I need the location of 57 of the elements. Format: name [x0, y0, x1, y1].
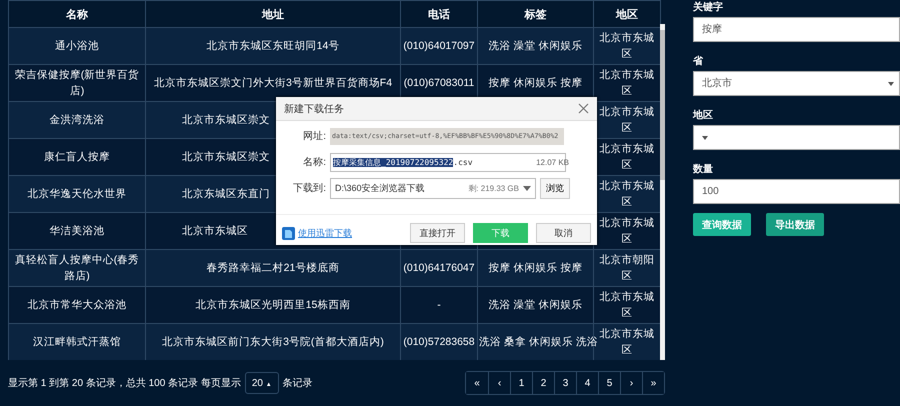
- table-cell: (010)64017097: [400, 28, 478, 64]
- table-cell: 北京市东城区崇文门外大街3号新世界百货商场F4: [146, 64, 400, 102]
- field-label: 数量: [693, 163, 714, 176]
- table-cell: (010)57283658: [400, 324, 478, 360]
- table-cell: 荣吉保健按摩(新世界百货店): [8, 64, 146, 102]
- file-size: 12.07 KB: [536, 158, 569, 166]
- select-field[interactable]: [693, 125, 900, 150]
- table-cell: 金洪湾洗浴: [8, 102, 146, 138]
- table-cell: 春秀路幸福二村21号楼底商: [146, 250, 400, 286]
- column-header: 地区: [594, 0, 660, 28]
- field-label: 下载到:: [292, 182, 326, 195]
- table-cell: 洗浴 澡堂 休闲娱乐: [478, 28, 594, 64]
- scrollbar[interactable]: [660, 24, 665, 360]
- field-label: 关键字: [693, 1, 724, 14]
- page-button[interactable]: »: [642, 372, 664, 394]
- dialog-button[interactable]: 取消: [536, 223, 591, 243]
- record-summary: 显示第 1 到第 20 条记录，总共 100 条记录 每页显示: [8, 376, 241, 390]
- dialog-title: 新建下载任务: [284, 102, 344, 116]
- field-label: 地区: [693, 109, 714, 122]
- input-field[interactable]: 按摩: [693, 17, 900, 42]
- record-suffix: 条记录: [282, 377, 313, 390]
- column-header: 标签: [478, 0, 594, 28]
- table-cell: 北京华逸天伦水世界: [8, 176, 146, 212]
- table-cell: (010)64176047: [400, 250, 478, 286]
- table-cell: 北京市东城区东旺胡同14号: [146, 28, 400, 64]
- field-label: 省: [693, 55, 704, 68]
- table-cell: 汉江畔韩式汗蒸馆: [8, 324, 146, 360]
- table-cell: 北京市常华大众浴池: [8, 286, 146, 324]
- download-link[interactable]: 使用迅雷下载: [298, 226, 352, 240]
- folder-select[interactable]: D:\360安全浏览器下载 剩: 219.33 GB: [330, 178, 536, 198]
- caret-icon[interactable]: [888, 82, 894, 86]
- field-label: 名称:: [302, 156, 326, 169]
- table-cell: 华洁美浴池: [8, 212, 146, 250]
- select-field[interactable]: 北京市: [693, 71, 900, 96]
- app-icon: [282, 226, 295, 240]
- table-cell: -: [400, 286, 478, 324]
- dialog-button[interactable]: 直接打开: [410, 223, 465, 243]
- table-cell: 北京市朝阳区: [594, 250, 660, 286]
- browse-button[interactable]: 浏览: [540, 178, 570, 198]
- table-cell: 北京市东城区: [594, 28, 660, 64]
- caret-icon[interactable]: [523, 186, 531, 190]
- column-header: 名称: [8, 0, 146, 28]
- table-cell: 真轻松盲人按摩中心(春秀路店): [8, 250, 146, 286]
- column-header: 地址: [146, 0, 400, 28]
- input-field[interactable]: 100: [693, 179, 900, 204]
- caret-icon[interactable]: [702, 136, 708, 140]
- table-cell: 通小浴池: [8, 28, 146, 64]
- table-cell: 北京市东城区前门东大街3号院(首都大酒店内): [146, 324, 400, 360]
- table-cell: 康仁盲人按摩: [8, 138, 146, 176]
- table-cell: 北京市东城区: [594, 286, 660, 324]
- table-cell: 北京市东城区: [594, 212, 660, 250]
- close-icon[interactable]: [578, 103, 589, 114]
- column-header: 电话: [400, 0, 478, 28]
- table-cell: 按摩 休闲娱乐 按摩: [478, 250, 594, 286]
- table-cell: 北京市东城区光明西里15栋西南: [146, 286, 400, 324]
- table-cell: 北京市东城区: [594, 64, 660, 102]
- table-cell: 洗浴 澡堂 休闲娱乐: [478, 286, 594, 324]
